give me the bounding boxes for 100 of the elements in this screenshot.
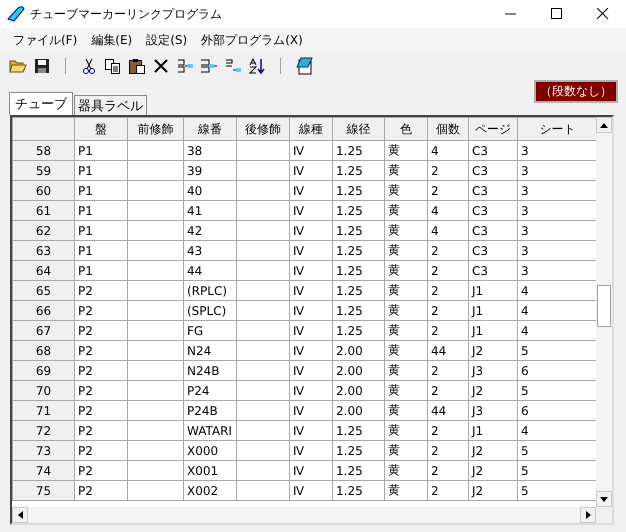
table-cell: 黄	[384, 280, 428, 300]
table-cell: 2	[428, 320, 468, 340]
table-cell: 2.00	[332, 360, 384, 380]
table-cell: 黄	[384, 180, 428, 200]
column-header[interactable]: 線径	[332, 118, 384, 140]
row-number: 66	[12, 300, 74, 320]
row-number: 74	[12, 460, 74, 480]
table-cell: 黄	[384, 320, 428, 340]
column-header[interactable]: 個数	[428, 118, 468, 140]
table-cell: P24B	[184, 400, 236, 420]
table-cell: P1	[74, 180, 128, 200]
table-cell: 1.25	[332, 220, 384, 240]
table-cell: P2	[74, 420, 128, 440]
scroll-right-button[interactable]	[580, 507, 596, 523]
right-arrow-icon	[586, 511, 590, 519]
table-cell: 2	[428, 160, 468, 180]
column-header[interactable]: 色	[384, 118, 428, 140]
scroll-thumb[interactable]	[597, 285, 611, 327]
table-cell: 黄	[384, 440, 428, 460]
copy-icon[interactable]	[103, 56, 123, 76]
column-header[interactable]: 盤	[74, 118, 128, 140]
table-cell: P1	[74, 220, 128, 240]
table-cell: C3	[468, 240, 518, 260]
table-cell: Ⅳ	[290, 380, 332, 400]
menu-item[interactable]: ファイル(F)	[6, 32, 84, 48]
table-cell: Ⅳ	[290, 240, 332, 260]
table-cell: X001	[184, 460, 236, 480]
table-cell: 黄	[384, 140, 428, 160]
menu-item[interactable]: 外部プログラム(X)	[194, 32, 310, 48]
table-cell: 1.25	[332, 320, 384, 340]
table-cell: 黄	[384, 200, 428, 220]
row-number: 62	[12, 220, 74, 240]
row-number: 64	[12, 260, 74, 280]
table-cell: P1	[74, 160, 128, 180]
window-title: チューブマーカーリンクプログラム	[30, 6, 223, 22]
column-header[interactable]: 前修飾	[128, 118, 184, 140]
row-number: 58	[12, 140, 74, 160]
menu-item[interactable]: 設定(S)	[139, 32, 194, 48]
table-cell: C3	[468, 180, 518, 200]
table-cell: X000	[184, 440, 236, 460]
scroll-down-button[interactable]	[596, 491, 612, 507]
table-cell: P2	[74, 440, 128, 460]
row-number: 68	[12, 340, 74, 360]
table-cell: 44	[428, 340, 468, 360]
tab[interactable]: 器具ラベル	[74, 95, 147, 115]
table-cell: P2	[74, 280, 128, 300]
table-cell: 黄	[384, 360, 428, 380]
table-cell: 44	[428, 400, 468, 420]
table-cell: Ⅳ	[290, 220, 332, 240]
table-cell: 2.00	[332, 380, 384, 400]
table-cell: P2	[74, 480, 128, 500]
table-cell: Ⅳ	[290, 140, 332, 160]
table-cell: Ⅳ	[290, 300, 332, 320]
table-cell: J1	[468, 280, 518, 300]
table-cell: N24	[184, 340, 236, 360]
row-number: 63	[12, 240, 74, 260]
table-cell: P2	[74, 400, 128, 420]
row-number: 65	[12, 280, 74, 300]
notebook-icon[interactable]	[294, 56, 314, 76]
table-cell: J2	[468, 380, 518, 400]
column-header[interactable]: 線番	[184, 118, 236, 140]
tab[interactable]: チューブ	[9, 92, 73, 115]
table-cell: 1.25	[332, 140, 384, 160]
column-header[interactable]: ページ	[468, 118, 518, 140]
table-cell: 1.25	[332, 460, 384, 480]
menu-item[interactable]: 編集(E)	[84, 32, 140, 48]
table-cell: (SPLC)	[184, 300, 236, 320]
table-cell: J2	[468, 340, 518, 360]
sort-icon[interactable]	[247, 56, 267, 76]
column-header[interactable]: 線種	[290, 118, 332, 140]
table-cell: Ⅳ	[290, 440, 332, 460]
table-cell: P24	[184, 380, 236, 400]
column-header[interactable]: 後修飾	[236, 118, 290, 140]
column-header[interactable]: シート	[518, 118, 596, 140]
scroll-left-button[interactable]	[12, 507, 28, 523]
row-number: 75	[12, 480, 74, 500]
table-cell: Ⅳ	[290, 320, 332, 340]
table-cell: Ⅳ	[290, 180, 332, 200]
table-cell: 2	[428, 460, 468, 480]
table-cell: 42	[184, 220, 236, 240]
table-cell: 2	[428, 360, 468, 380]
table-cell: J2	[468, 440, 518, 460]
table-cell: 38	[184, 140, 236, 160]
table-cell: P2	[74, 300, 128, 320]
table-cell: 黄	[384, 340, 428, 360]
table-cell: P2	[74, 340, 128, 360]
table-cell: P2	[74, 380, 128, 400]
save-icon[interactable]	[32, 56, 52, 76]
table-cell: P1	[74, 200, 128, 220]
paste-icon[interactable]	[127, 56, 147, 76]
status-badge: （段数なし）	[534, 80, 618, 103]
scroll-up-button[interactable]	[596, 117, 612, 133]
table-cell: 2	[428, 380, 468, 400]
table-cell: C3	[468, 160, 518, 180]
table-cell: 4	[428, 200, 468, 220]
row-number: 72	[12, 420, 74, 440]
table-cell: C3	[468, 140, 518, 160]
table-cell: Ⅳ	[290, 200, 332, 220]
table-cell: J1	[468, 420, 518, 440]
table-cell: 2	[428, 480, 468, 500]
